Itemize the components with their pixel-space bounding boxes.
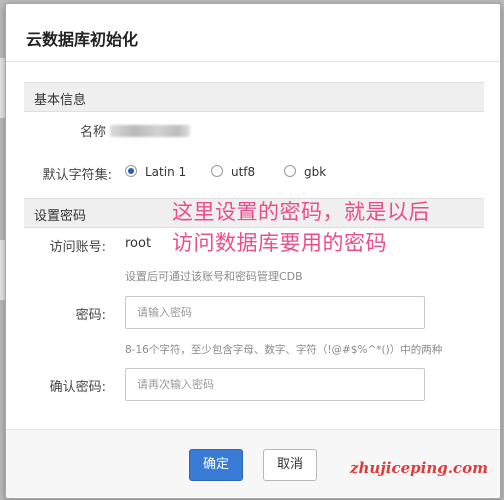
- annotation-line-1: 这里设置的密码，就是以后: [172, 200, 430, 224]
- password-hint: 8-16个字符，至少包含字母、数字、字符（!@#$%^*()）中的两种: [125, 344, 443, 356]
- name-value-blurred: [110, 125, 190, 137]
- radio-utf8-label[interactable]: utf8: [231, 165, 255, 179]
- init-dialog: 云数据库初始化 基本信息 名称 默认字符集: Latin 1 utf8 gbk …: [5, 3, 501, 499]
- annotation-line-2: 访问数据库要用的密码: [172, 231, 387, 255]
- radio-utf8[interactable]: [211, 165, 223, 177]
- account-label: 访问账号:: [49, 240, 106, 255]
- annotation-text: 这里设置的密码，就是以后 访问数据库要用的密码: [172, 197, 430, 259]
- password-input[interactable]: 请输入密码: [125, 296, 425, 329]
- dialog-title: 云数据库初始化: [26, 30, 139, 49]
- confirm-password-label: 确认密码:: [49, 380, 106, 395]
- title-divider: [6, 61, 500, 62]
- radio-latin1-label[interactable]: Latin 1: [145, 165, 186, 179]
- account-hint: 设置后可通过该账号和密码管理CDB: [125, 270, 303, 283]
- name-label: 名称: [79, 125, 106, 140]
- watermark: zhujiceping.com: [350, 459, 488, 477]
- account-value: root: [125, 236, 152, 251]
- cancel-button[interactable]: 取消: [263, 449, 317, 481]
- charset-label: 默认字符集:: [42, 168, 112, 183]
- section-title: 设置密码: [34, 209, 87, 224]
- radio-latin1[interactable]: [125, 165, 137, 177]
- confirm-button[interactable]: 确定: [189, 449, 243, 481]
- section-title: 基本信息: [34, 93, 87, 108]
- radio-gbk-label[interactable]: gbk: [304, 165, 326, 179]
- radio-gbk[interactable]: [284, 165, 296, 177]
- basic-info-section: 基本信息: [24, 82, 484, 112]
- password-label: 密码:: [75, 308, 106, 323]
- confirm-password-input[interactable]: 请再次输入密码: [125, 368, 425, 401]
